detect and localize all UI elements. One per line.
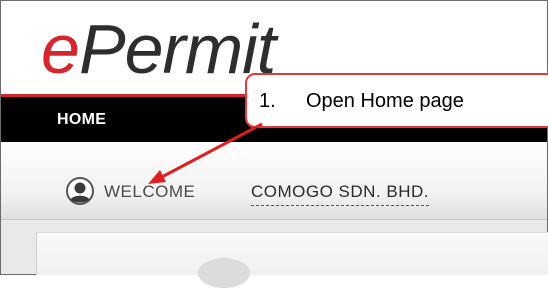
logo-permit: Permit — [78, 10, 276, 88]
company-name-link[interactable]: COMOGO SDN. BHD. — [251, 179, 430, 206]
annotation-number: 1. — [259, 90, 276, 112]
welcome-label: WELCOME — [104, 182, 196, 201]
logo-e: e — [41, 10, 80, 88]
content-panel — [36, 232, 548, 275]
annotation-text: Open Home page — [306, 90, 464, 112]
partial-image — [198, 258, 250, 288]
epermit-logo[interactable]: ePermit — [41, 9, 276, 89]
user-avatar-icon — [66, 177, 94, 205]
nav-home-link[interactable]: HOME — [57, 97, 106, 142]
